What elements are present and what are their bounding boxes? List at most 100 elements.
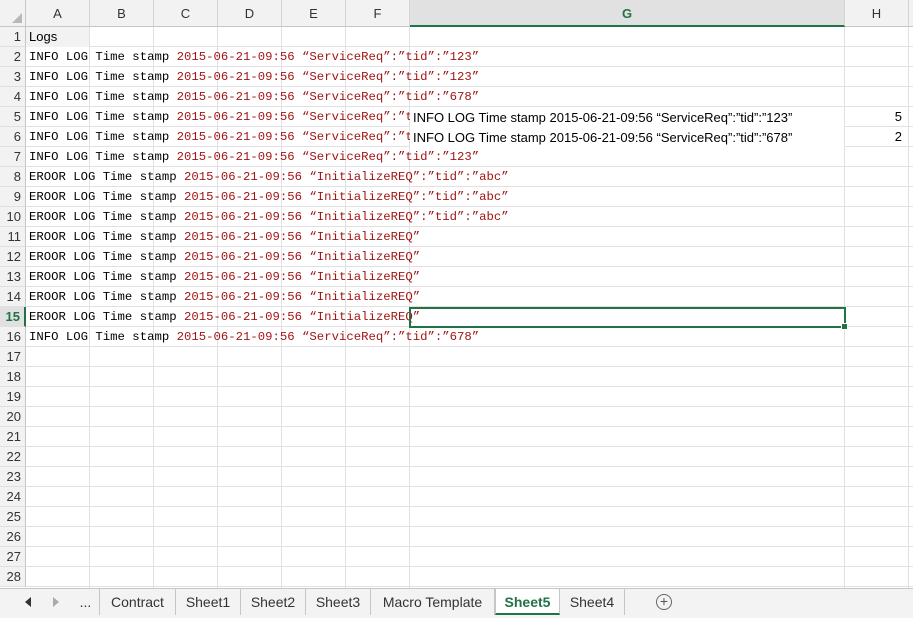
cell-g5[interactable]: INFO LOG Time stamp 2015-06-21-09:56 “Se… [410, 108, 844, 127]
row-header-22[interactable]: 22 [0, 447, 26, 467]
sheet-tab-bar: ... Contract Sheet1 Sheet2 Sheet3 Macro … [0, 588, 913, 618]
spreadsheet-grid[interactable]: A B C D E F G H 1 2 3 4 5 6 7 8 9 10 11 … [0, 0, 913, 588]
row-header-10[interactable]: 10 [0, 207, 26, 227]
log-timestamp: 2015-06-21-09:56 [183, 310, 303, 324]
column-header-d[interactable]: D [218, 0, 282, 27]
triangle-right-icon[interactable] [48, 593, 64, 613]
column-header-e[interactable]: E [282, 0, 346, 27]
row-header-13[interactable]: 13 [0, 267, 26, 287]
row-header-21[interactable]: 21 [0, 427, 26, 447]
cell-a5[interactable]: INFO LOG Time stamp 2015-06-21-09:56 “Se… [26, 107, 435, 127]
cell-a4[interactable]: INFO LOG Time stamp 2015-06-21-09:56 “Se… [26, 87, 479, 107]
select-all-corner[interactable] [0, 0, 26, 27]
tab-contract[interactable]: Contract [100, 589, 176, 615]
cell-a10[interactable]: EROOR LOG Time stamp 2015-06-21-09:56 “I… [26, 207, 509, 227]
tab-sheet1[interactable]: Sheet1 [176, 589, 241, 615]
log-prefix: INFO LOG Time stamp [29, 150, 177, 164]
cell-a16[interactable]: INFO LOG Time stamp 2015-06-21-09:56 “Se… [26, 327, 479, 347]
row-header-27[interactable]: 27 [0, 547, 26, 567]
row-header-5[interactable]: 5 [0, 107, 26, 127]
log-timestamp: 2015-06-21-09:56 [176, 110, 295, 124]
column-header-g[interactable]: G [410, 0, 845, 27]
cell-g6[interactable]: INFO LOG Time stamp 2015-06-21-09:56 “Se… [410, 128, 844, 147]
log-timestamp: 2015-06-21-09:56 [176, 90, 295, 104]
tab-sheet4[interactable]: Sheet4 [560, 589, 625, 615]
log-prefix: INFO LOG Time stamp [29, 70, 177, 84]
tab-sheet2[interactable]: Sheet2 [241, 589, 306, 615]
row-gridline [26, 446, 913, 447]
row-gridline [26, 406, 913, 407]
plus-circle-icon[interactable]: + [656, 594, 672, 610]
tab-sheet3[interactable]: Sheet3 [306, 589, 371, 615]
cell-a13[interactable]: EROOR LOG Time stamp 2015-06-21-09:56 “I… [26, 267, 420, 287]
column-header-h[interactable]: H [845, 0, 909, 27]
log-prefix: EROOR LOG Time stamp [29, 230, 184, 244]
row-header-4[interactable]: 4 [0, 87, 26, 107]
row-header-6[interactable]: 6 [0, 127, 26, 147]
cell-a8[interactable]: EROOR LOG Time stamp 2015-06-21-09:56 “I… [26, 167, 509, 187]
log-prefix: EROOR LOG Time stamp [29, 310, 184, 324]
log-timestamp: 2015-06-21-09:56 [183, 270, 303, 284]
cell-h6[interactable]: 2 [845, 127, 908, 147]
row-header-23[interactable]: 23 [0, 467, 26, 487]
row-header-25[interactable]: 25 [0, 507, 26, 527]
log-timestamp: 2015-06-21-09:56 [183, 250, 303, 264]
active-cell-g15[interactable] [409, 307, 848, 330]
row-header-12[interactable]: 12 [0, 247, 26, 267]
column-header-i[interactable] [909, 0, 913, 27]
cell-h5[interactable]: 5 [845, 107, 908, 127]
row-header-14[interactable]: 14 [0, 287, 26, 307]
log-body: “InitializeREQ”:”tid”:”abc” [302, 190, 509, 204]
cell-a6[interactable]: INFO LOG Time stamp 2015-06-21-09:56 “Se… [26, 127, 435, 147]
log-prefix: EROOR LOG Time stamp [29, 190, 184, 204]
tab-macro-template[interactable]: Macro Template [371, 589, 495, 615]
cell-a2[interactable]: INFO LOG Time stamp 2015-06-21-09:56 “Se… [26, 47, 479, 67]
tab-sheet5[interactable]: Sheet5 [495, 589, 560, 615]
column-header-c[interactable]: C [154, 0, 218, 27]
log-body: “InitializeREQ” [302, 290, 421, 304]
log-prefix: EROOR LOG Time stamp [29, 170, 184, 184]
cell-a12[interactable]: EROOR LOG Time stamp 2015-06-21-09:56 “I… [26, 247, 420, 267]
cell-a15[interactable]: EROOR LOG Time stamp 2015-06-21-09:56 “I… [26, 307, 420, 327]
cell-a14[interactable]: EROOR LOG Time stamp 2015-06-21-09:56 “I… [26, 287, 420, 307]
log-timestamp: 2015-06-21-09:56 [183, 190, 303, 204]
row-header-26[interactable]: 26 [0, 527, 26, 547]
triangle-left-icon[interactable] [20, 593, 36, 613]
row-gridline [26, 366, 913, 367]
row-header-24[interactable]: 24 [0, 487, 26, 507]
row-header-17[interactable]: 17 [0, 347, 26, 367]
log-timestamp: 2015-06-21-09:56 [176, 130, 295, 144]
row-header-20[interactable]: 20 [0, 407, 26, 427]
log-timestamp: 2015-06-21-09:56 [183, 230, 303, 244]
row-gridline [26, 466, 913, 467]
cell-a7[interactable]: INFO LOG Time stamp 2015-06-21-09:56 “Se… [26, 147, 479, 167]
column-header-a[interactable]: A [26, 0, 90, 27]
log-prefix: EROOR LOG Time stamp [29, 290, 184, 304]
row-header-18[interactable]: 18 [0, 367, 26, 387]
row-header-11[interactable]: 11 [0, 227, 26, 247]
log-timestamp: 2015-06-21-09:56 [176, 50, 295, 64]
tab-more[interactable]: ... [72, 589, 100, 615]
row-header-8[interactable]: 8 [0, 167, 26, 187]
log-body: “InitializeREQ” [302, 270, 421, 284]
cell-a3[interactable]: INFO LOG Time stamp 2015-06-21-09:56 “Se… [26, 67, 479, 87]
log-timestamp: 2015-06-21-09:56 [183, 290, 303, 304]
row-gridline [26, 426, 913, 427]
row-header-19[interactable]: 19 [0, 387, 26, 407]
row-header-3[interactable]: 3 [0, 67, 26, 87]
row-header-28[interactable]: 28 [0, 567, 26, 587]
log-prefix: EROOR LOG Time stamp [29, 210, 184, 224]
cell-a11[interactable]: EROOR LOG Time stamp 2015-06-21-09:56 “I… [26, 227, 420, 247]
log-body: “InitializeREQ” [302, 230, 421, 244]
row-header-16[interactable]: 16 [0, 327, 26, 347]
column-header-f[interactable]: F [346, 0, 410, 27]
cell-a1[interactable]: Logs [26, 27, 89, 47]
cell-a9[interactable]: EROOR LOG Time stamp 2015-06-21-09:56 “I… [26, 187, 509, 207]
column-header-b[interactable]: B [90, 0, 154, 27]
row-header-1[interactable]: 1 [0, 27, 26, 47]
row-header-7[interactable]: 7 [0, 147, 26, 167]
log-body: “InitializeREQ” [302, 250, 421, 264]
row-header-2[interactable]: 2 [0, 47, 26, 67]
row-header-9[interactable]: 9 [0, 187, 26, 207]
row-header-15[interactable]: 15 [0, 307, 26, 327]
